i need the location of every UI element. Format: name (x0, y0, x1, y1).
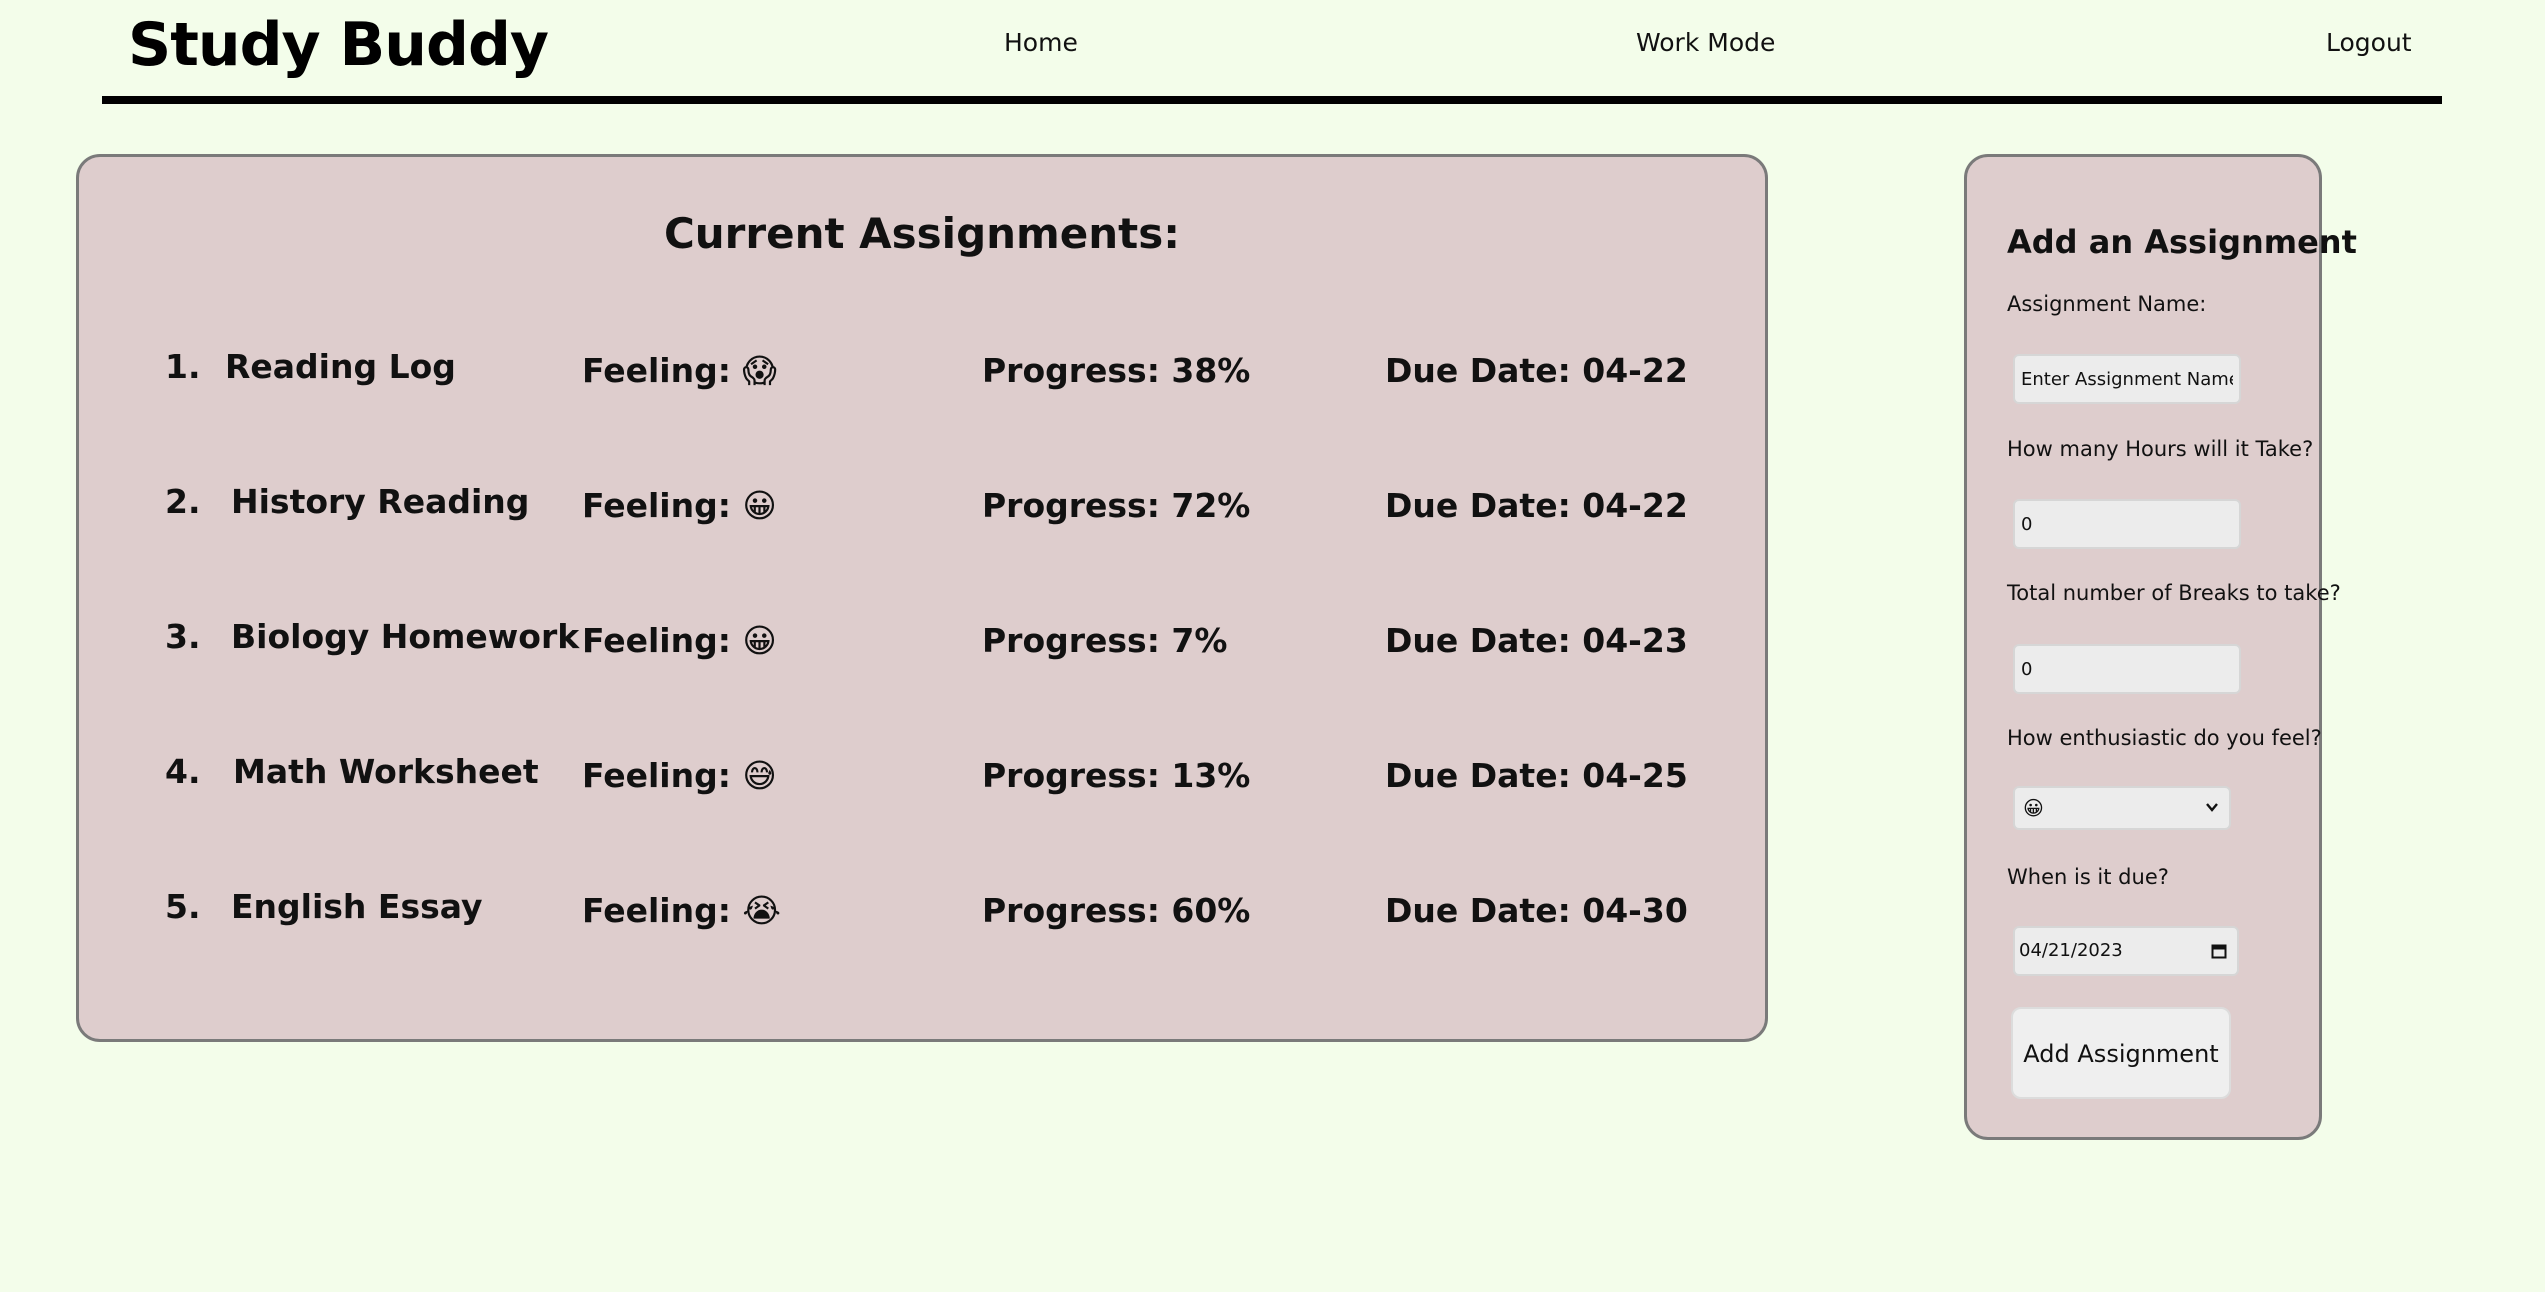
assignment-progress: Progress: 72% (982, 486, 1251, 525)
feeling-emoji-icon: 😀 (742, 486, 777, 525)
feeling-label: Feeling: (582, 351, 731, 390)
current-assignments-panel: Current Assignments: 1. Reading Log Feel… (76, 154, 1768, 1042)
assignment-name-input[interactable] (2013, 354, 2241, 404)
assignment-due-date: Due Date: 04-23 (1385, 621, 1688, 660)
assignment-due-date: Due Date: 04-30 (1385, 891, 1688, 930)
enthusiasm-select[interactable]: 😀 (2013, 786, 2231, 830)
assignment-due-date: Due Date: 04-22 (1385, 486, 1688, 525)
assignment-name: History Reading (231, 482, 530, 521)
top-navbar: Study Buddy Home Work Mode Logout (102, 0, 2442, 104)
assignment-number: 1. (165, 347, 201, 386)
due-date-input[interactable]: 04/21/2023 (2013, 926, 2239, 976)
assignment-name: English Essay (231, 887, 483, 926)
add-assignment-panel: Add an Assignment Assignment Name: How m… (1964, 154, 2357, 1140)
assignment-number: 3. (165, 617, 201, 656)
assignment-number: 5. (165, 887, 201, 926)
assignment-name: Reading Log (225, 347, 456, 386)
calendar-icon[interactable] (2211, 943, 2227, 959)
assignment-row: 2. History Reading Feeling: 😀 Progress: … (79, 482, 1765, 542)
assignment-progress: Progress: 13% (982, 756, 1251, 795)
feeling-label: Feeling: (582, 891, 731, 930)
assignment-feeling: Feeling: 😱 (582, 351, 777, 390)
assignment-feeling: Feeling: 😅 (582, 756, 777, 795)
hours-input[interactable] (2013, 499, 2241, 549)
feeling-label: Feeling: (582, 756, 731, 795)
assignment-row: 4. Math Worksheet Feeling: 😅 Progress: 1… (79, 752, 1765, 812)
due-date-value: 04/21/2023 (2019, 940, 2123, 961)
feeling-emoji-icon: 😅 (742, 756, 777, 795)
add-assignment-title: Add an Assignment (2007, 223, 2357, 261)
assignment-name: Math Worksheet (233, 752, 539, 791)
assignment-row: 1. Reading Log Feeling: 😱 Progress: 38% … (79, 347, 1765, 407)
assignments-title: Current Assignments: (663, 209, 1181, 258)
enthusiasm-selected-value: 😀 (2023, 796, 2044, 820)
nav-home-link[interactable]: Home (1004, 28, 1078, 57)
feeling-emoji-icon: 😭 (742, 891, 781, 930)
assignment-number: 4. (165, 752, 201, 791)
add-assignment-button[interactable]: Add Assignment (2011, 1007, 2231, 1099)
chevron-down-icon (2206, 803, 2218, 812)
app-logo[interactable]: Study Buddy (128, 10, 549, 80)
hours-label: How many Hours will it Take? (2007, 437, 2314, 461)
feeling-emoji-icon: 😱 (742, 351, 777, 390)
breaks-label: Total number of Breaks to take? (2007, 581, 2341, 605)
assignment-row: 3. Biology Homework Feeling: 😀 Progress:… (79, 617, 1765, 677)
nav-work-mode-link[interactable]: Work Mode (1636, 28, 1775, 57)
assignment-name: Biology Homework (231, 617, 580, 656)
feeling-label: Feeling: (582, 621, 731, 660)
assignment-progress: Progress: 38% (982, 351, 1251, 390)
breaks-input[interactable] (2013, 644, 2241, 694)
assignment-number: 2. (165, 482, 201, 521)
assignment-progress: Progress: 7% (982, 621, 1228, 660)
due-date-label: When is it due? (2007, 865, 2169, 889)
nav-logout-link[interactable]: Logout (2326, 28, 2412, 57)
feeling-label: Feeling: (582, 486, 731, 525)
assignment-feeling: Feeling: 😀 (582, 486, 777, 525)
assignment-feeling: Feeling: 😀 (582, 621, 777, 660)
assignment-name-label: Assignment Name: (2007, 292, 2207, 316)
assignment-due-date: Due Date: 04-22 (1385, 351, 1688, 390)
enthusiasm-label: How enthusiastic do you feel? (2007, 726, 2322, 750)
feeling-emoji-icon: 😀 (742, 621, 777, 660)
assignment-row: 5. English Essay Feeling: 😭 Progress: 60… (79, 887, 1765, 947)
assignment-due-date: Due Date: 04-25 (1385, 756, 1688, 795)
assignment-progress: Progress: 60% (982, 891, 1251, 930)
assignment-feeling: Feeling: 😭 (582, 891, 781, 930)
